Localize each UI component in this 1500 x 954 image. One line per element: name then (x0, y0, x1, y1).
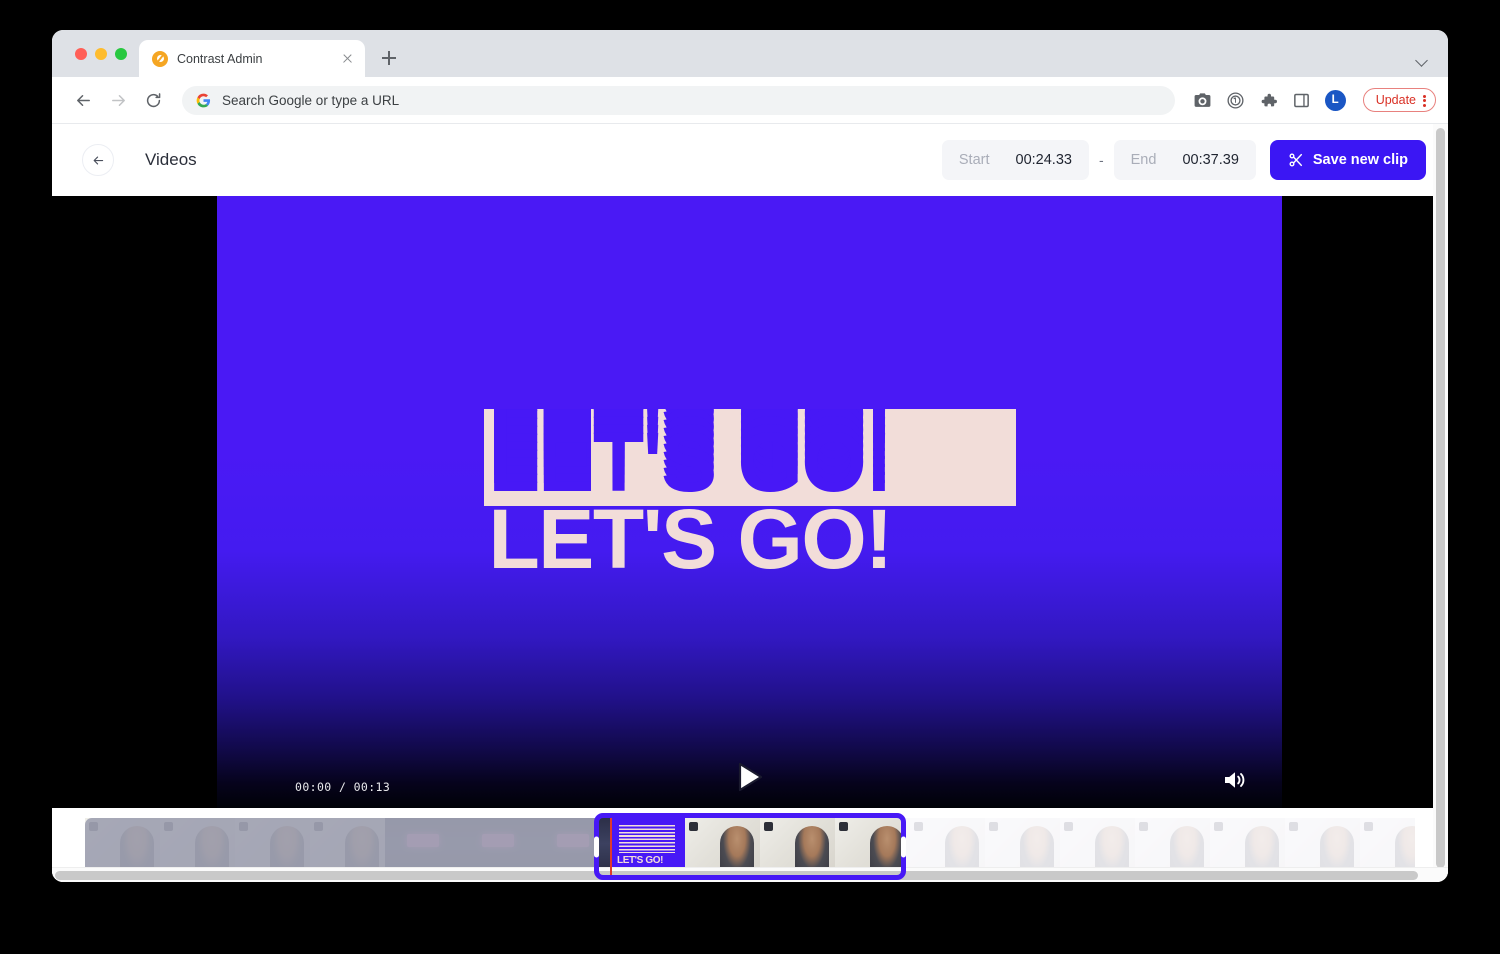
clip-end-value: 00:37.39 (1182, 152, 1239, 168)
range-separator: - (1098, 152, 1104, 168)
window-traffic-lights (52, 30, 139, 77)
close-icon[interactable] (339, 50, 356, 67)
clip-end-field[interactable]: End 00:37.39 (1113, 140, 1256, 180)
1password-icon[interactable] (1226, 91, 1245, 110)
playhead[interactable] (610, 818, 612, 875)
toolbar-icon-group: L Update (1187, 88, 1436, 112)
clip-selection-window[interactable] (594, 813, 906, 880)
play-triangle-icon (738, 762, 762, 792)
save-new-clip-button[interactable]: Save new clip (1269, 140, 1426, 180)
trim-handle-right[interactable] (901, 836, 906, 857)
three-dot-menu-icon[interactable] (1423, 93, 1427, 108)
play-button[interactable] (729, 756, 771, 798)
scissors-icon (1289, 153, 1302, 167)
new-tab-button[interactable] (375, 44, 403, 72)
clip-range-controls: Start 00:24.33 - End 00:37.39 Save new c… (941, 140, 1426, 180)
volume-button[interactable] (1222, 768, 1248, 792)
chevron-down-icon[interactable] (1414, 52, 1430, 68)
app-header: Videos Start 00:24.33 - End 00:37.39 Sav… (52, 124, 1448, 196)
clip-start-label: Start (958, 152, 990, 168)
clip-start-value: 00:24.33 (1015, 152, 1072, 168)
back-button[interactable] (82, 144, 114, 176)
save-new-clip-label: Save new clip (1312, 152, 1408, 168)
video-overlay-graphic: LET'S GO! LET'S GO! LET'S GO! LET'S GO! … (483, 409, 1016, 596)
video-player-stage[interactable]: LET'S GO! LET'S GO! LET'S GO! LET'S GO! … (52, 196, 1448, 808)
clip-start-field[interactable]: Start 00:24.33 (941, 140, 1089, 180)
address-bar-text: Search Google or type a URL (222, 92, 400, 108)
contrast-logo-icon (152, 50, 168, 67)
page-title: Videos (145, 150, 197, 169)
video-frame: LET'S GO! LET'S GO! LET'S GO! LET'S GO! … (217, 196, 1282, 808)
volume-on-icon (1225, 772, 1245, 788)
clip-end-label: End (1130, 152, 1157, 168)
forward-arrow-icon[interactable] (103, 85, 133, 115)
update-label: Update (1375, 93, 1416, 107)
minimize-window-button[interactable] (95, 47, 107, 60)
vertical-scrollbar-thumb[interactable] (1436, 128, 1445, 868)
browser-toolbar: Search Google or type a URL L Update (52, 77, 1448, 124)
browser-tab-strip: Contrast Admin (52, 30, 1448, 77)
camera-icon[interactable] (1193, 91, 1212, 110)
update-button[interactable]: Update (1362, 88, 1436, 112)
close-window-button[interactable] (75, 47, 87, 60)
puzzle-piece-icon[interactable] (1259, 91, 1278, 110)
back-arrow-icon[interactable] (68, 85, 98, 115)
video-timestamp: 00:00 / 00:13 (295, 780, 391, 794)
maximize-window-button[interactable] (115, 47, 127, 60)
avatar[interactable]: L (1324, 89, 1346, 111)
overlay-headline: LET'S GO! (488, 492, 894, 586)
tab-title: Contrast Admin (177, 51, 263, 66)
back-arrow-icon (93, 155, 103, 165)
browser-tab[interactable]: Contrast Admin (139, 40, 365, 77)
browser-window: Contrast Admin Search Google or type a U… (52, 30, 1448, 882)
trim-handle-left[interactable] (594, 836, 599, 857)
side-panel-icon[interactable] (1292, 91, 1311, 110)
address-bar[interactable]: Search Google or type a URL (182, 85, 1175, 115)
vertical-scrollbar[interactable] (1433, 124, 1448, 882)
page-viewport: Videos Start 00:24.33 - End 00:37.39 Sav… (52, 124, 1448, 882)
reload-icon[interactable] (138, 85, 168, 115)
google-icon (196, 93, 211, 107)
